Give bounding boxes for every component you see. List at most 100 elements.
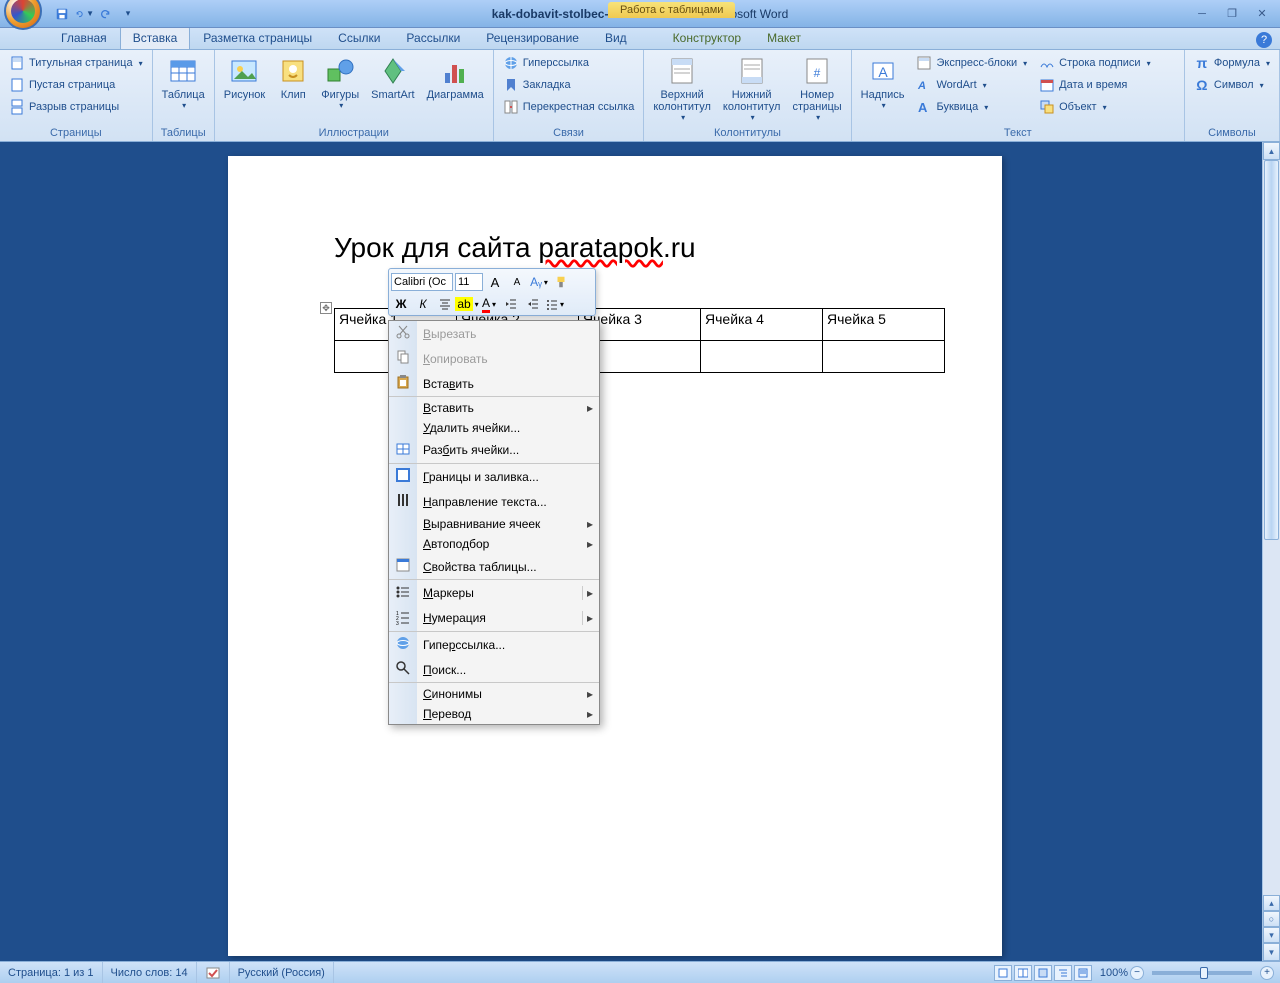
full-screen-view-icon[interactable] <box>1014 965 1032 981</box>
mini-toolbar: A A Aᵧ▾ Ж К ab▾ A▾ ▾ <box>388 268 596 316</box>
object-button[interactable]: Объект▾ <box>1034 96 1155 118</box>
increase-indent-icon[interactable] <box>523 294 543 314</box>
draft-view-icon[interactable] <box>1074 965 1092 981</box>
italic-icon[interactable]: К <box>413 294 433 314</box>
cut-icon <box>395 324 411 340</box>
undo-icon[interactable]: ▼ <box>74 4 94 24</box>
document-area[interactable]: Урок для сайта paratapok.ru ✥ Ячейка 1 Я… <box>0 142 1262 961</box>
format-painter-icon[interactable] <box>551 272 571 292</box>
ctx-поиск-[interactable]: Поиск... <box>389 657 599 683</box>
ctx-перевод[interactable]: Перевод▸ <box>389 704 599 724</box>
ctx-нумерация[interactable]: 123Нумерация▸ <box>389 606 599 632</box>
word-count[interactable]: Число слов: 14 <box>103 962 197 983</box>
web-layout-view-icon[interactable] <box>1034 965 1052 981</box>
blank-page-button[interactable]: Пустая страница <box>4 74 148 96</box>
scroll-thumb[interactable] <box>1264 160 1279 540</box>
tab-layout[interactable]: Макет <box>754 26 814 49</box>
ctx-гиперссылка-[interactable]: Гиперссылка... <box>389 632 599 657</box>
page-number-button[interactable]: #Номер страницы▾ <box>787 52 846 125</box>
center-icon[interactable] <box>435 294 455 314</box>
page-break-button[interactable]: Разрыв страницы <box>4 96 148 118</box>
language-status[interactable]: Русский (Россия) <box>230 962 334 983</box>
picture-button[interactable]: Рисунок <box>219 52 271 104</box>
zoom-label[interactable]: 100% <box>1100 967 1128 979</box>
highlight-icon[interactable]: ab▾ <box>457 294 477 314</box>
tab-review[interactable]: Рецензирование <box>473 26 592 49</box>
zoom-out-button[interactable]: − <box>1130 966 1144 980</box>
ctx-разбить-ячейки-[interactable]: Разбить ячейки... <box>389 438 599 464</box>
font-color-icon[interactable]: A▾ <box>479 294 499 314</box>
redo-icon[interactable] <box>96 4 116 24</box>
shrink-font-icon[interactable]: A <box>507 272 527 292</box>
svg-text:A: A <box>878 64 888 80</box>
table-button[interactable]: Таблица▾ <box>157 52 210 113</box>
cover-page-button[interactable]: Титульная страница▾ <box>4 52 148 74</box>
vertical-scrollbar[interactable]: ▲ ▴ ○ ▾ ▼ <box>1262 142 1280 961</box>
bookmark-button[interactable]: Закладка <box>498 74 640 96</box>
scroll-up-button[interactable]: ▲ <box>1263 142 1280 160</box>
signature-button[interactable]: Строка подписи▾ <box>1034 52 1155 74</box>
font-combo[interactable] <box>391 273 453 291</box>
grow-font-icon[interactable]: A <box>485 272 505 292</box>
ctx-удалить-ячейки-[interactable]: Удалить ячейки... <box>389 418 599 438</box>
prev-page-button[interactable]: ▴ <box>1263 895 1280 911</box>
tab-insert[interactable]: Вставка <box>120 26 191 49</box>
quickparts-button[interactable]: Экспресс-блоки▾ <box>911 52 1032 74</box>
heading[interactable]: Урок для сайта paratapok.ru <box>334 232 696 264</box>
ctx-маркеры[interactable]: Маркеры▸ <box>389 581 599 606</box>
next-page-button[interactable]: ▾ <box>1263 927 1280 943</box>
tab-home[interactable]: Главная <box>48 26 120 49</box>
print-layout-view-icon[interactable] <box>994 965 1012 981</box>
restore-button[interactable]: ❐ <box>1220 6 1244 22</box>
smartart-button[interactable]: SmartArt <box>366 52 419 104</box>
header-button[interactable]: Верхний колонтитул▾ <box>648 52 716 125</box>
wordart-button[interactable]: AWordArt▾ <box>911 74 1032 96</box>
crossref-button[interactable]: Перекрестная ссылка <box>498 96 640 118</box>
tab-design[interactable]: Конструктор <box>660 26 754 49</box>
ctx-вставить[interactable]: Вставить▸ <box>389 398 599 418</box>
ctx-границы-и-заливка-[interactable]: Границы и заливка... <box>389 464 599 489</box>
save-icon[interactable] <box>52 4 72 24</box>
datetime-button[interactable]: Дата и время <box>1034 74 1155 96</box>
decrease-indent-icon[interactable] <box>501 294 521 314</box>
symbol-button[interactable]: ΩСимвол▾ <box>1189 74 1275 96</box>
qat-dropdown-icon[interactable]: ▾ <box>118 4 138 24</box>
ctx-вставить[interactable]: Вставить <box>389 371 599 397</box>
office-button[interactable] <box>4 0 42 30</box>
outline-view-icon[interactable] <box>1054 965 1072 981</box>
clip-button[interactable]: Клип <box>272 52 314 104</box>
equation-button[interactable]: πФормула▾ <box>1189 52 1275 74</box>
textbox-button[interactable]: AНадпись▾ <box>856 52 910 113</box>
size-combo[interactable] <box>455 273 483 291</box>
group-symbols: πФормула▾ ΩСимвол▾ Символы <box>1185 50 1280 141</box>
ctx-выравнивание-ячеек[interactable]: Выравнивание ячеек▸ <box>389 514 599 534</box>
table-move-handle[interactable]: ✥ <box>320 302 332 314</box>
tab-page-layout[interactable]: Разметка страницы <box>190 26 325 49</box>
ctx-направление-текста-[interactable]: Направление текста... <box>389 489 599 514</box>
zoom-slider[interactable] <box>1152 971 1252 975</box>
tab-references[interactable]: Ссылки <box>325 26 393 49</box>
close-button[interactable]: ✕ <box>1250 6 1274 22</box>
tab-mailings[interactable]: Рассылки <box>393 26 473 49</box>
ctx-свойства-таблицы-[interactable]: Свойства таблицы... <box>389 554 599 580</box>
minimize-button[interactable]: ─ <box>1190 6 1214 22</box>
ctx-автоподбор[interactable]: Автоподбор▸ <box>389 534 599 554</box>
picture-icon <box>228 55 260 87</box>
browse-object-button[interactable]: ○ <box>1263 911 1280 927</box>
dropcap-button[interactable]: AБуквица▾ <box>911 96 1032 118</box>
hyperlink-button[interactable]: Гиперссылка <box>498 52 640 74</box>
chart-button[interactable]: Диаграмма <box>422 52 489 104</box>
styles-icon[interactable]: Aᵧ▾ <box>529 272 549 292</box>
bullets-icon[interactable]: ▾ <box>545 294 565 314</box>
page-status[interactable]: Страница: 1 из 1 <box>0 962 103 983</box>
page[interactable]: Урок для сайта paratapok.ru ✥ Ячейка 1 Я… <box>228 156 1002 956</box>
zoom-in-button[interactable]: + <box>1260 966 1274 980</box>
tab-view[interactable]: Вид <box>592 26 640 49</box>
footer-button[interactable]: Нижний колонтитул▾ <box>718 52 786 125</box>
shapes-button[interactable]: Фигуры▾ <box>316 52 364 113</box>
scroll-down-button[interactable]: ▼ <box>1263 943 1280 961</box>
proofing-icon[interactable] <box>197 962 230 983</box>
help-icon[interactable]: ? <box>1256 32 1272 48</box>
ctx-синонимы[interactable]: Синонимы▸ <box>389 684 599 704</box>
bold-icon[interactable]: Ж <box>391 294 411 314</box>
